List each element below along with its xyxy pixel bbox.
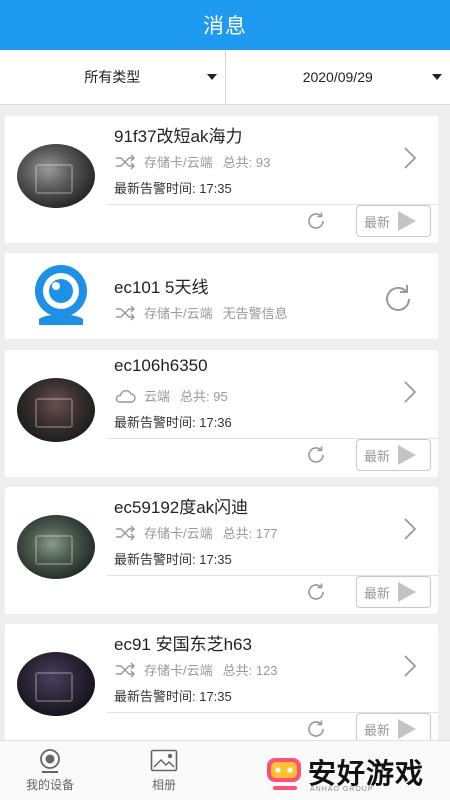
device-name: ec59192度ak闪迪 [114,498,249,517]
tab-label: 相册 [151,778,176,792]
tab-my-devices[interactable]: 我的设备 [15,741,85,800]
storage-type: 存储卡/云端 [144,306,213,321]
play-icon [398,719,417,739]
header-bar: 消息 [0,0,450,50]
device-name: ec106h6350 [114,356,208,375]
device-card[interactable]: ec106h6350 云端 总共: 95 最新告警时间: 17:36 最新 [5,350,438,477]
latest-label: 最新 [364,722,391,738]
type-filter-label: 所有类型 [84,69,141,85]
device-name: 91f37改短ak海力 [114,127,243,146]
play-icon [398,582,417,602]
type-filter-dropdown[interactable]: 所有类型 [0,50,225,104]
device-meta: 存储卡/云端 总共: 123 [114,660,278,679]
chevron-right-icon[interactable] [402,146,418,170]
latest-play-button[interactable]: 最新 [356,439,431,471]
album-icon [150,749,178,772]
page-title: 消息 [203,15,247,38]
caret-down-icon [432,74,442,80]
latest-label: 最新 [364,448,391,464]
camera-icon [40,749,60,773]
shuffle-icon [116,662,135,677]
latest-alarm-time: 最新告警时间: 17:35 [114,689,232,704]
shuffle-icon [116,154,135,169]
chevron-right-icon[interactable] [402,380,418,404]
date-filter-dropdown[interactable]: 2020/09/29 [224,50,450,104]
device-meta: 存储卡/云端 无告警信息 [114,303,288,322]
latest-alarm-time: 最新告警时间: 17:35 [114,181,232,196]
storage-type: 云端 [144,389,171,404]
tab-album[interactable]: 相册 [129,741,199,800]
latest-label: 最新 [364,585,391,601]
device-meta: 云端 总共: 95 [114,386,228,405]
date-filter-label: 2020/09/29 [302,69,373,85]
latest-play-button[interactable]: 最新 [356,205,431,237]
refresh-icon[interactable] [305,718,327,740]
device-meta: 存储卡/云端 总共: 93 [114,152,270,171]
device-card[interactable]: 91f37改短ak海力 存储卡/云端 总共: 93 最新告警时间: 17:35 … [5,116,438,243]
latest-alarm-time: 最新告警时间: 17:36 [114,415,232,430]
device-card[interactable]: ec59192度ak闪迪 存储卡/云端 总共: 177 最新告警时间: 17:3… [5,487,438,614]
device-thumbnail [17,652,95,716]
chevron-right-icon[interactable] [402,517,418,541]
camera-logo-icon [35,265,87,325]
device-thumbnail [17,515,95,579]
device-name: ec91 安国东芝h63 [114,635,252,654]
alarm-total: 总共: 123 [222,663,278,678]
storage-type: 存储卡/云端 [144,663,213,678]
device-card[interactable]: ec101 5天线 存储卡/云端 无告警信息 [5,253,438,339]
tab-label: 我的设备 [25,778,74,792]
shuffle-icon [116,525,135,540]
alarm-status: 无告警信息 [222,306,288,321]
chevron-right-icon[interactable] [402,654,418,678]
latest-alarm-time: 最新告警时间: 17:35 [114,552,232,567]
play-icon [398,445,417,465]
refresh-icon[interactable] [381,282,415,316]
gamepad-logo-icon [267,758,301,790]
caret-down-icon [206,74,217,80]
alarm-total: 总共: 93 [222,155,271,170]
device-thumbnail [17,378,95,442]
device-card[interactable]: ec91 安国东芝h63 存储卡/云端 总共: 123 最新告警时间: 17:3… [5,624,438,740]
play-icon [398,211,417,231]
refresh-icon[interactable] [305,444,327,466]
device-thumbnail [17,144,95,208]
watermark-subtext: ANHAO GROUP [310,786,374,793]
device-meta: 存储卡/云端 总共: 177 [114,523,278,542]
filter-bar: 所有类型 2020/09/29 [0,50,450,105]
refresh-icon[interactable] [305,210,327,232]
latest-play-button[interactable]: 最新 [356,713,431,740]
alarm-total: 总共: 177 [222,526,278,541]
storage-type: 存储卡/云端 [144,155,213,170]
shuffle-icon [116,305,135,320]
latest-play-button[interactable]: 最新 [356,576,431,608]
cloud-icon [115,389,136,403]
refresh-icon[interactable] [305,581,327,603]
watermark-logo: 安好游戏 ANHAO GROUP [262,748,450,800]
storage-type: 存储卡/云端 [144,526,213,541]
alarm-total: 总共: 95 [180,389,228,404]
device-name: ec101 5天线 [114,278,209,297]
device-message-list: 91f37改短ak海力 存储卡/云端 总共: 93 最新告警时间: 17:35 … [0,105,450,740]
latest-label: 最新 [364,214,391,230]
